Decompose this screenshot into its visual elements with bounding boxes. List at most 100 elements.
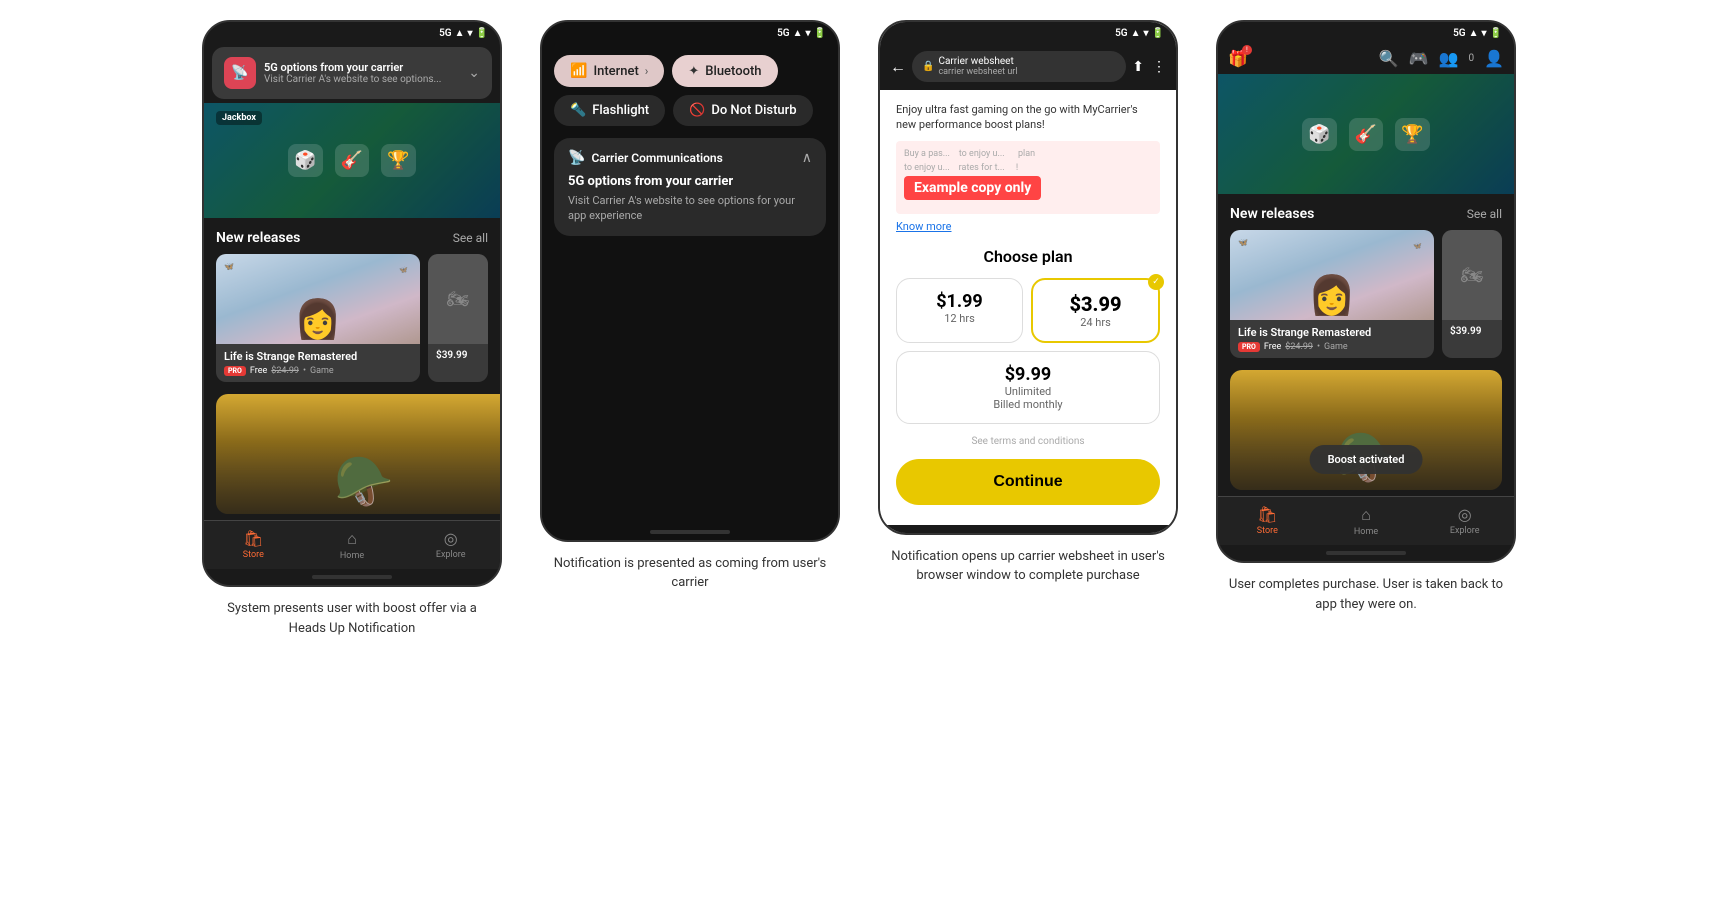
life-is-strange-card-1[interactable]: 🦋 🦋 👩 Life is Strange Remastered PRO Fre… [216,254,420,382]
status-bar-3: 5G ▲ ▾ 🔋 [880,22,1176,43]
notif-sub-1: Visit Carrier A's website to see options… [264,74,441,85]
caption-2: Notification is presented as coming from… [550,554,830,593]
chip-4b: 🎸 [1349,118,1383,151]
dnd-toggle-2[interactable]: 🚫 Do Not Disturb [673,95,812,126]
nav-home-1[interactable]: ⌂ Home [303,521,402,569]
notif-title-1: 5G options from your carrier [264,61,441,74]
moto-price-4: $39.99 [1450,326,1494,337]
explore-label-4: Explore [1450,526,1480,536]
lis-character-4: 👩 [1308,274,1355,318]
bottom-bar-3 [880,525,1176,533]
notification-banner-1[interactable]: 📡 5G options from your carrier Visit Car… [212,47,492,99]
url-box-3[interactable]: 🔒 Carrier websheet carrier websheet url [912,51,1126,82]
people-icon-4[interactable]: 👥 [1439,49,1459,68]
nav-store-4[interactable]: 🛍 Store [1218,497,1317,545]
lis-meta-1: PRO Free $24.99 • Game [224,366,412,376]
new-releases-title-4: New releases [1230,206,1314,222]
chip-4c: 🏆 [1395,118,1429,151]
see-all-1[interactable]: See all [453,231,488,245]
continue-button-3[interactable]: Continue [896,459,1160,505]
status-icons-2: 5G ▲ ▾ 🔋 [777,28,826,39]
soldier-card-1[interactable]: 🪖 [216,394,502,514]
signal-text-4: 5G [1453,28,1466,39]
dot-1: • [303,366,306,376]
notif-chevron-1: ⌄ [468,65,480,81]
notif-left-1: 📡 5G options from your carrier Visit Car… [224,57,441,89]
explore-icon-4: ◎ [1458,505,1472,524]
url-text-group-3: Carrier websheet carrier websheet url [938,56,1017,77]
gamepad-icon-4[interactable]: 🎮 [1409,49,1429,68]
browser-bar-3: ← 🔒 Carrier websheet carrier websheet ur… [880,43,1176,90]
store-label-1: Store [243,550,264,560]
see-all-4[interactable]: See all [1467,207,1502,221]
notif-category-2: Carrier Communications [591,151,722,165]
top-bar-icons-4: 🔍 🎮 👥 0 👤 [1379,49,1504,68]
moto-card-partial-1[interactable]: 🏍 $39.99 [428,254,488,382]
moto-artwork-4: 🏍 [1442,230,1502,320]
nav-explore-4[interactable]: ◎ Explore [1415,497,1514,545]
back-button-3[interactable]: ← [890,57,906,77]
new-releases-title-1: New releases [216,230,300,246]
lis-title-1: Life is Strange Remastered [224,350,412,363]
phone-frame-4: 5G ▲ ▾ 🔋 🎁 ! 🔍 🎮 👥 0 👤 🎲 [1216,20,1516,563]
know-more-link-3[interactable]: Know more [896,220,1160,233]
hero-elements-4: 🎲 🎸 🏆 [1218,74,1514,194]
share-icon-3[interactable]: ⬆ [1132,59,1144,75]
lis-info-4: Life is Strange Remastered PRO Free $24.… [1230,320,1434,358]
lock-icon-3: 🔒 [922,61,934,72]
lis-price-1: Free [250,366,267,376]
status-icons-1: 5G ▲ ▾ 🔋 [439,28,488,39]
moto-price-1: $39.99 [436,350,480,361]
lis-artwork-4: 🦋 🦋 👩 [1230,230,1434,320]
avatar-icon-4[interactable]: 👤 [1484,49,1504,68]
top-bar-4: 🎁 ! 🔍 🎮 👥 0 👤 [1218,43,1514,74]
choose-plan-title-3: Choose plan [896,247,1160,266]
new-releases-header-1: New releases See all [204,218,500,254]
store-icon-1: 🛍 [243,529,263,548]
battery-icon-2: 🔋 [814,28,826,39]
notif-title-row-2: 📡 Carrier Communications [568,150,723,166]
flashlight-toggle-2[interactable]: 🔦 Flashlight [554,95,665,126]
notif-card-2[interactable]: 📡 Carrier Communications ∧ 5G options fr… [554,138,826,236]
nav-explore-1[interactable]: ◎ Explore [401,521,500,569]
dnd-icon-2: 🚫 [689,103,705,118]
bluetooth-toggle-2[interactable]: ✦ Bluetooth [672,55,777,87]
internet-toggle-2[interactable]: 📶 Internet › [554,55,664,87]
internet-label-2: Internet [593,64,638,79]
plan-unlimited-3[interactable]: $9.99 Unlimited Billed monthly [896,351,1160,424]
search-icon-4[interactable]: 🔍 [1379,49,1399,68]
plan-dur-399-3: 24 hrs [1041,316,1150,329]
more-icon-3[interactable]: ⋮ [1152,59,1166,75]
notif-card-header-2: 📡 Carrier Communications ∧ [568,150,812,166]
example-copy-overlay-3: Buy a pas... to enjoy u... plan to enjoy… [896,141,1160,214]
new-releases-header-4: New releases See all [1218,194,1514,230]
nav-store-1[interactable]: 🛍 Store [204,521,303,569]
signal-icon-1: ▲ [455,28,465,39]
signal-text-1: 5G [439,28,452,39]
notif-expand-2[interactable]: ∧ [802,150,812,166]
signal-text-2: 5G [777,28,790,39]
battery-icon-1: 🔋 [476,28,488,39]
unlimited-sublabel-3: Billed monthly [905,398,1151,411]
websheet-body-3: Enjoy ultra fast gaming on the go with M… [880,90,1176,525]
moto-emoji-1: 🏍 [447,289,470,310]
chip-2: 🎸 [335,144,369,177]
lis-old-price-1: $24.99 [271,366,299,376]
plan-card-399-3[interactable]: ✓ $3.99 24 hrs [1031,278,1160,343]
wifi-icon-1: ▾ [468,28,473,39]
nav-home-4[interactable]: ⌂ Home [1317,497,1416,545]
plan-card-199-3[interactable]: $1.99 12 hrs [896,278,1023,343]
lis-artwork-1: 🦋 🦋 👩 [216,254,420,344]
moto-card-partial-4[interactable]: 🏍 $39.99 [1442,230,1502,358]
plan-options-3: $1.99 12 hrs ✓ $3.99 24 hrs [896,278,1160,343]
flashlight-icon-2: 🔦 [570,103,586,118]
life-is-strange-card-4[interactable]: 🦋 🦋 👩 Life is Strange Remastered PRO Fre… [1230,230,1434,358]
caption-1: System presents user with boost offer vi… [212,599,492,638]
caption-4: User completes purchase. User is taken b… [1226,575,1506,614]
home-indicator-4 [1326,551,1406,555]
quick-toggles-2: 📶 Internet › ✦ Bluetooth 🔦 Flashlight 🚫 … [542,43,838,134]
bottom-nav-4: 🛍 Store ⌂ Home ◎ Explore [1218,496,1514,545]
home-indicator-1 [312,575,392,579]
lis-character-1: 👩 [294,298,341,342]
browser-action-icons-3: ⬆ ⋮ [1132,59,1166,75]
